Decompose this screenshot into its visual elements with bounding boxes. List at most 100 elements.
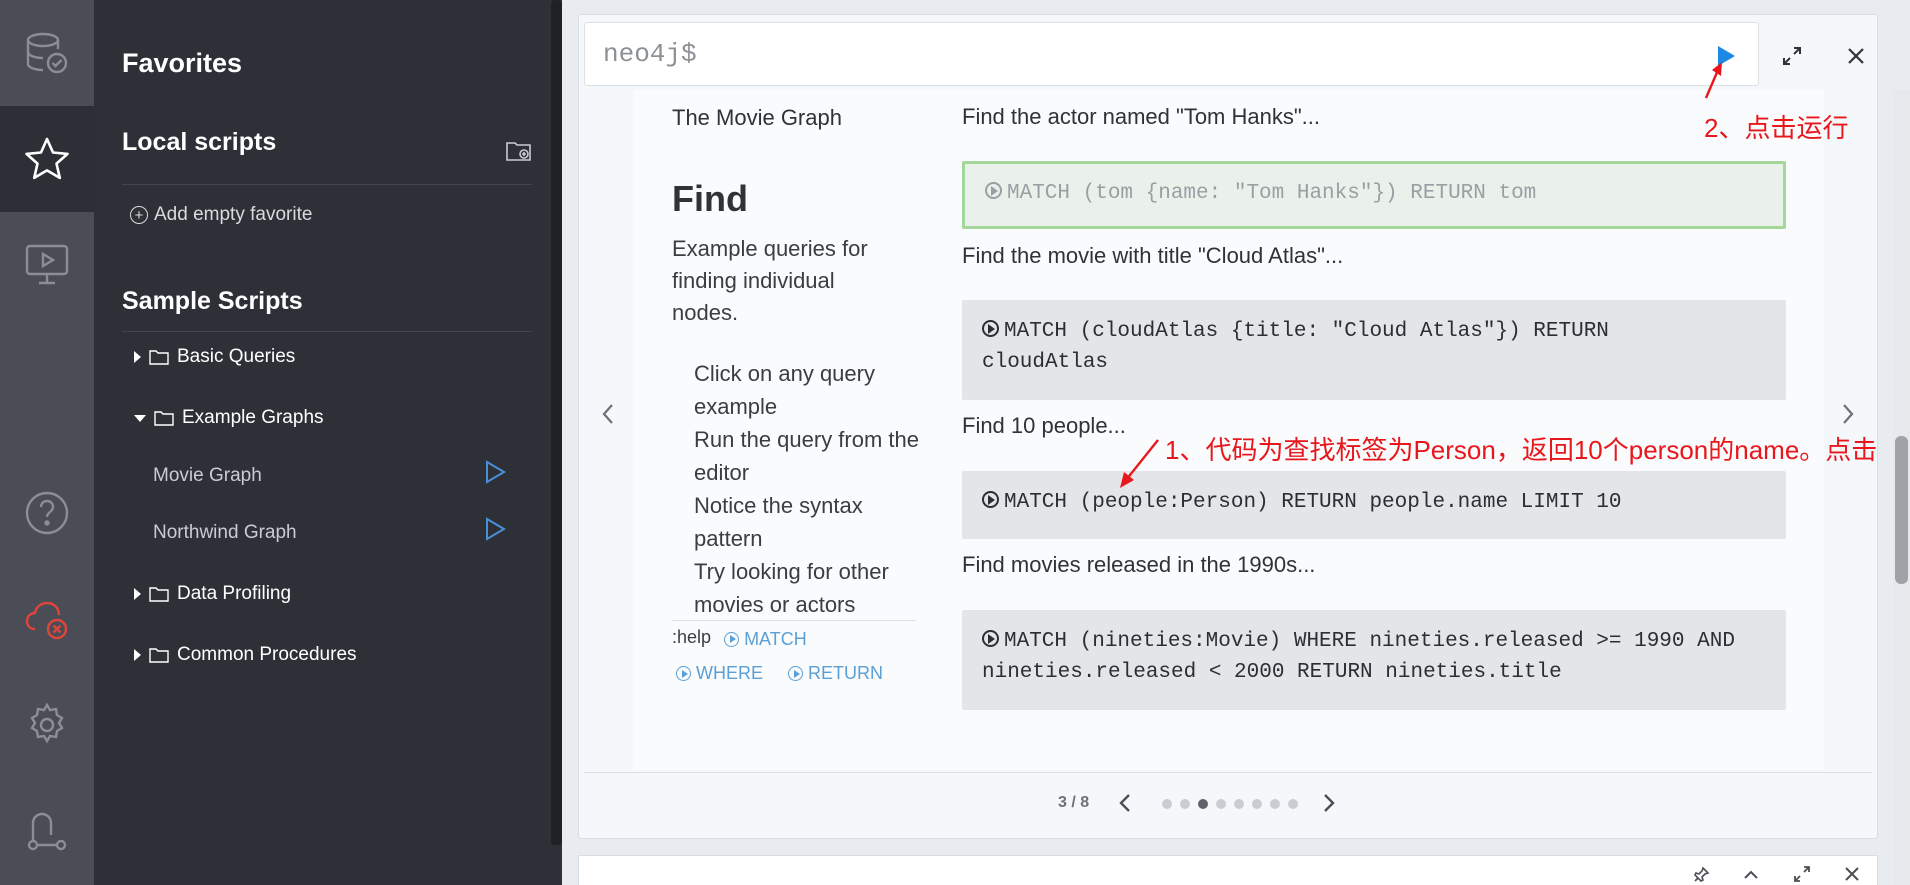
folder-label: Example Graphs: [182, 407, 324, 428]
query-code: MATCH (people:Person) RETURN people.name…: [1004, 491, 1622, 514]
query-description: Find the actor named "Tom Hanks"...: [962, 104, 1320, 129]
pager-dot[interactable]: [1234, 799, 1244, 809]
query-description: Find the movie with title "Cloud Atlas".…: [962, 243, 1344, 268]
favorites-drawer: Favorites Local scripts + Add empty favo…: [94, 0, 562, 885]
gear-icon: [30, 702, 64, 744]
pager-dot[interactable]: [1180, 799, 1190, 809]
expand-icon: [1783, 47, 1801, 65]
query-code-block[interactable]: MATCH (cloudAtlas {title: "Cloud Atlas"}…: [962, 300, 1786, 400]
folder-label: Data Profiling: [177, 583, 292, 604]
editor-prompt: neo4j$: [603, 39, 697, 69]
main-scrollbar-thumb[interactable]: [1895, 436, 1908, 584]
query-description: Find 10 people...: [962, 413, 1126, 438]
graph-icon: [27, 812, 67, 851]
query-code-block[interactable]: MATCH (nineties:Movie) WHERE nineties.re…: [962, 610, 1786, 710]
folder-icon: [149, 350, 169, 365]
run-script-play-icon[interactable]: [484, 460, 506, 484]
local-scripts-title: Local scripts: [122, 128, 277, 156]
pager-dot[interactable]: [1162, 799, 1172, 809]
play-circle-icon: [788, 666, 804, 681]
caret-right-icon: [134, 649, 141, 661]
divider: [122, 331, 532, 332]
pin-icon[interactable]: [1694, 866, 1710, 882]
connection-status-button[interactable]: [0, 566, 94, 672]
chevron-up-icon[interactable]: [1743, 868, 1759, 880]
folder-icon: [149, 587, 169, 602]
guides-button[interactable]: [0, 212, 94, 318]
pager-prev-icon[interactable]: [1118, 792, 1132, 814]
help-keyword: MATCH: [744, 628, 807, 649]
run-script-play-icon[interactable]: [484, 517, 506, 541]
query-description: Find movies released in the 1990s...: [962, 552, 1316, 577]
play-circle-icon: [982, 320, 999, 337]
annotation-step-2: 2、点击运行: [1704, 113, 1849, 143]
list-item: Click on any query example: [694, 361, 875, 419]
folder-label: Basic Queries: [177, 346, 296, 367]
close-editor-button[interactable]: [1840, 40, 1872, 72]
script-movie-graph[interactable]: Movie Graph: [153, 465, 262, 487]
prev-slide-arrow-icon[interactable]: [600, 402, 616, 426]
divider: [122, 184, 532, 185]
annotation-arrow-icon: [1704, 62, 1722, 99]
play-circle-icon: [985, 182, 1002, 199]
folder-icon: [154, 411, 174, 426]
query-code: MATCH (tom {name: "Tom Hanks"}) RETURN t…: [1007, 182, 1537, 205]
guide-description: Example queries for finding individual n…: [672, 236, 868, 325]
favorites-button[interactable]: [0, 106, 94, 212]
help-return-link[interactable]: RETURN: [788, 663, 883, 684]
pager-dot-active[interactable]: [1198, 799, 1208, 809]
pager-dot[interactable]: [1252, 799, 1262, 809]
folder-example-graphs[interactable]: Example Graphs: [134, 407, 324, 429]
help-links: :help MATCH WHERE RETURN: [672, 620, 916, 684]
help-keyword: RETURN: [808, 663, 884, 683]
cypher-editor[interactable]: neo4j$: [584, 22, 1759, 86]
play-circle-icon: [982, 491, 999, 508]
query-code: MATCH (nineties:Movie) WHERE nineties.re…: [1004, 630, 1735, 653]
add-circle-icon: +: [130, 206, 148, 224]
database-button[interactable]: [0, 0, 94, 106]
pager-divider: [584, 772, 1872, 773]
pager-dot[interactable]: [1288, 799, 1298, 809]
pager-dot[interactable]: [1270, 799, 1280, 809]
pager-dot[interactable]: [1216, 799, 1226, 809]
query-code: nineties.released < 2000 RETURN nineties…: [982, 661, 1562, 684]
pager-next-icon[interactable]: [1322, 792, 1336, 814]
star-icon: [25, 137, 69, 180]
add-empty-favorite-button[interactable]: + Add empty favorite: [130, 204, 312, 226]
annotation-arrow-icon: [1120, 439, 1159, 488]
expand-editor-button[interactable]: [1776, 40, 1808, 72]
next-slide-arrow-icon[interactable]: [1840, 402, 1856, 426]
help-keyword: WHERE: [696, 663, 763, 683]
help-where-link[interactable]: WHERE: [676, 663, 763, 684]
guide-heading: Find: [672, 178, 748, 219]
folder-label: Common Procedures: [177, 644, 357, 665]
caret-right-icon: [134, 351, 141, 363]
caret-right-icon: [134, 588, 141, 600]
folder-common-procedures[interactable]: Common Procedures: [134, 644, 357, 666]
database-icon: [26, 32, 68, 74]
pager-dots: [1162, 799, 1298, 809]
query-code-block[interactable]: MATCH (people:Person) RETURN people.name…: [962, 471, 1786, 539]
query-code-block[interactable]: MATCH (tom {name: "Tom Hanks"}) RETURN t…: [962, 161, 1786, 229]
monitor-play-icon: [25, 244, 69, 285]
sample-scripts-title: Sample Scripts: [122, 287, 303, 315]
help-label: :help: [672, 627, 712, 647]
folder-data-profiling[interactable]: Data Profiling: [134, 583, 291, 605]
folder-basic-queries[interactable]: Basic Queries: [134, 346, 295, 368]
expand-icon[interactable]: [1794, 866, 1810, 882]
guide-bullets: Click on any query example Run the query…: [694, 357, 924, 621]
query-code: MATCH (cloudAtlas {title: "Cloud Atlas"}…: [1004, 320, 1609, 343]
play-circle-icon: [724, 631, 740, 647]
guide-title: The Movie Graph: [672, 105, 842, 130]
close-icon[interactable]: [1844, 866, 1860, 882]
help-button[interactable]: [0, 460, 94, 566]
settings-button[interactable]: [0, 672, 94, 778]
favorites-title: Favorites: [122, 48, 243, 78]
play-circle-icon: [982, 630, 999, 647]
script-northwind-graph[interactable]: Northwind Graph: [153, 522, 297, 544]
new-folder-icon[interactable]: [506, 140, 532, 162]
about-button[interactable]: [0, 778, 94, 884]
help-match-link[interactable]: MATCH: [724, 629, 807, 650]
close-icon: [1848, 48, 1864, 64]
drawer-scrollbar[interactable]: [551, 0, 562, 845]
